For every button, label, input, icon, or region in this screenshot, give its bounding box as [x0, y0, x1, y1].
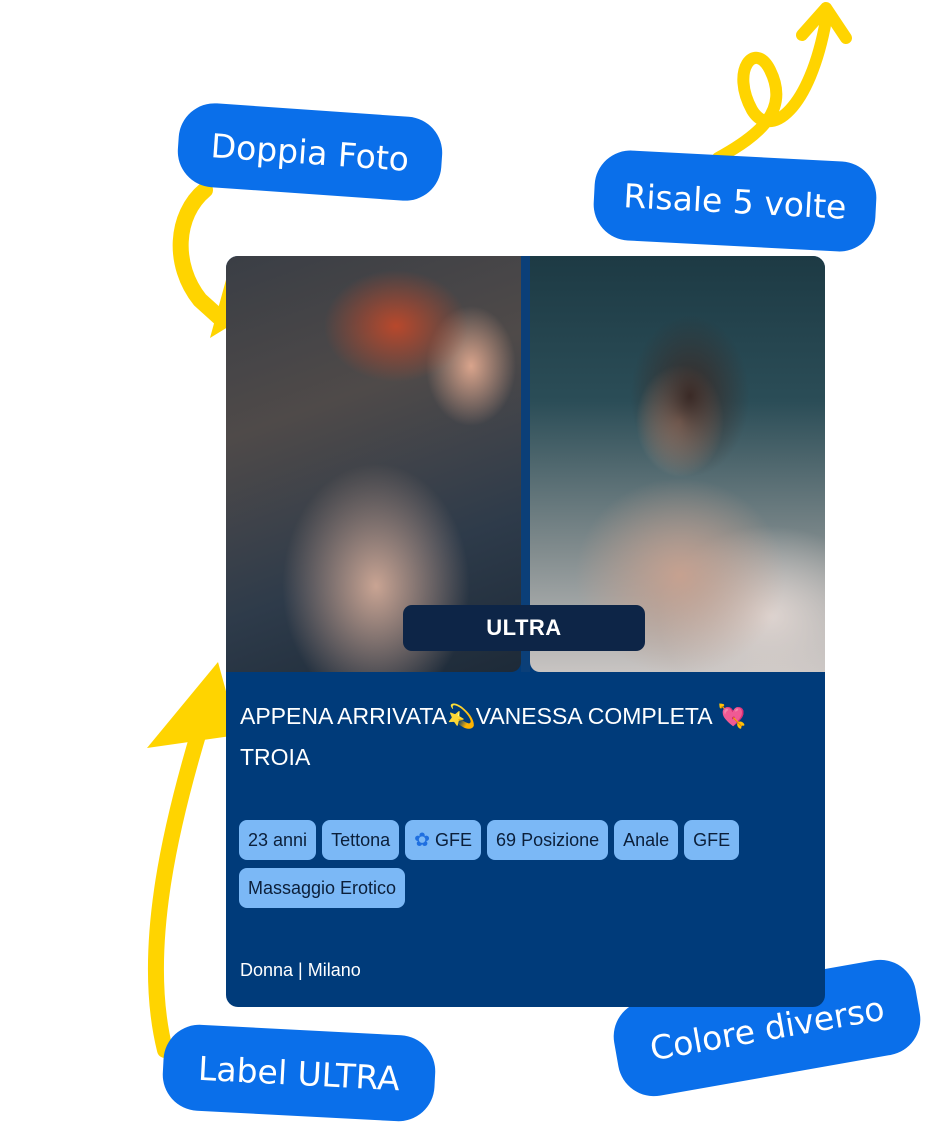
annotation-doppia-foto: Doppia Foto	[175, 100, 445, 204]
risale-arrow	[712, 14, 832, 164]
annotation-label-ultra: Label ULTRA	[160, 1022, 438, 1123]
tag-age: 23 anni	[239, 820, 317, 860]
tag-list: 23 anni Tettona ✿ GFE 69 Posizione Anale …	[239, 820, 819, 908]
tag-label: Massaggio Erotico	[248, 877, 397, 898]
listing-title[interactable]: APPENA ARRIVATA💫VANESSA COMPLETA 💘 TROIA	[240, 696, 815, 778]
tag-label: Anale	[623, 829, 670, 850]
annotation-risale: Risale 5 volte	[591, 148, 879, 254]
doppia-foto-arrow	[172, 182, 228, 326]
tag-gfe: GFE	[684, 820, 740, 860]
tag-label: Tettona	[331, 829, 391, 850]
tag-massaggio: Massaggio Erotico	[239, 868, 406, 908]
flower-icon: ✿	[414, 829, 431, 851]
tag-anale: Anale	[614, 820, 679, 860]
tag-tettona: Tettona	[322, 820, 400, 860]
tag-label: 23 anni	[248, 829, 308, 850]
listing-card[interactable]: ULTRA APPENA ARRIVATA💫VANESSA COMPLETA 💘…	[226, 256, 825, 1007]
tag-69: 69 Posizione	[487, 820, 609, 860]
tag-gfe-featured: ✿ GFE	[405, 820, 482, 860]
risale-arrowhead	[796, 2, 852, 44]
listing-footer: Donna | Milano	[240, 960, 361, 980]
tag-label: GFE	[693, 829, 731, 850]
tag-label: GFE	[435, 829, 473, 850]
tag-label: 69 Posizione	[496, 829, 600, 850]
label-ultra-arrowhead	[147, 662, 238, 748]
ultra-badge: ULTRA	[403, 605, 645, 651]
label-ultra-arrow	[147, 682, 220, 1058]
